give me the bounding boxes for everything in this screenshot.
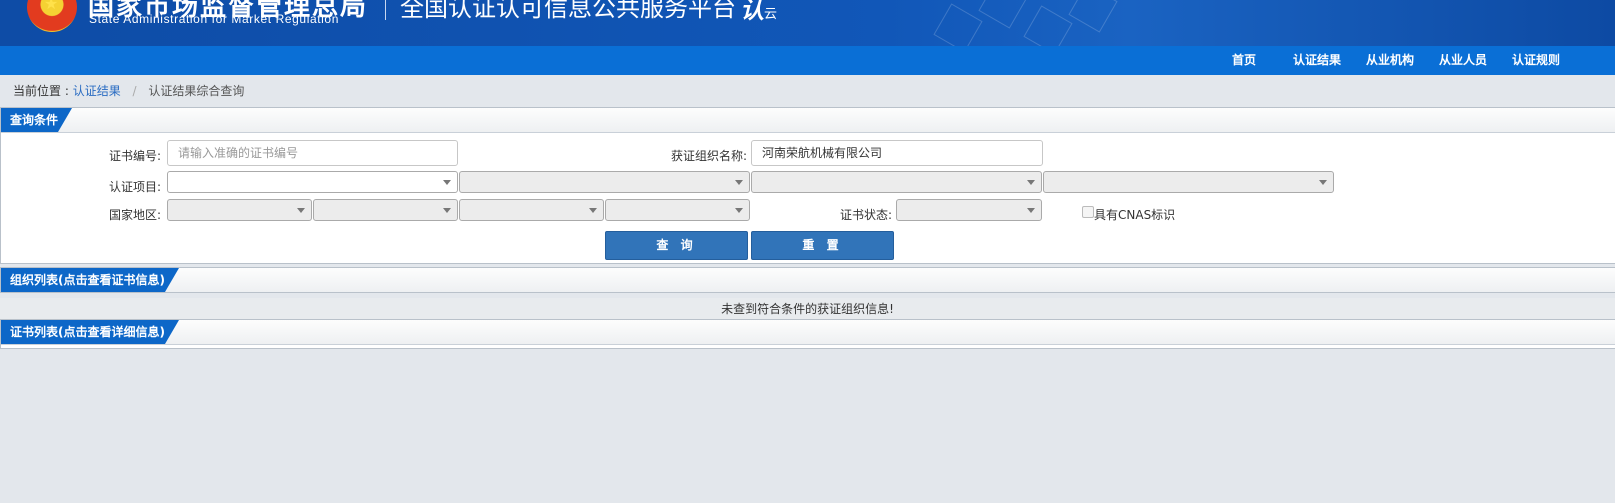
project-select-1[interactable]: [167, 171, 458, 193]
hex-decoration: [1068, 0, 1118, 33]
project-select-2[interactable]: [459, 171, 750, 193]
query-panel-title: 查询条件: [1, 108, 72, 132]
chevron-down-icon: [1027, 208, 1035, 213]
chevron-down-icon: [443, 180, 451, 185]
region-label: 国家地区:: [109, 208, 162, 222]
platform-title: 全国认证认可信息公共服务平台: [400, 0, 736, 22]
chevron-down-icon: [589, 208, 597, 213]
breadcrumb-prefix: 当前位置 :: [13, 84, 69, 98]
hex-decoration: [933, 3, 983, 46]
nav-item-home[interactable]: 首页: [1232, 46, 1256, 75]
emblem-star-icon: ★: [44, 0, 59, 13]
org-list-panel: 组织列表(点击查看证书信息): [0, 267, 1615, 293]
breadcrumb-separator: /: [132, 84, 137, 98]
cloud-logo: 认云: [740, 0, 777, 25]
site-header: ★ 国家市场监督管理总局 State Administration for Ma…: [0, 0, 1615, 46]
region-select-2[interactable]: [313, 199, 458, 221]
nav-item-cert-results[interactable]: 认证结果: [1293, 46, 1341, 75]
main-nav: 首页 认证结果 从业机构 从业人员 认证规则: [0, 46, 1615, 75]
agency-title-en: State Administration for Market Regulati…: [89, 12, 339, 26]
nav-item-personnel[interactable]: 从业人员: [1439, 46, 1487, 75]
status-label: 证书状态:: [840, 208, 893, 222]
region-select-4[interactable]: [605, 199, 750, 221]
breadcrumb-current: 认证结果综合查询: [148, 84, 245, 98]
cert-list-panel: 证书列表(点击查看详细信息): [0, 319, 1615, 349]
chevron-down-icon: [1027, 180, 1035, 185]
status-select[interactable]: [896, 199, 1042, 221]
org-name-label: 获证组织名称:: [671, 149, 748, 163]
chevron-down-icon: [1319, 180, 1327, 185]
region-select-3[interactable]: [459, 199, 604, 221]
chevron-down-icon: [735, 208, 743, 213]
region-select-1[interactable]: [167, 199, 312, 221]
cloud-logo-sub: 云: [764, 7, 778, 22]
project-label: 认证项目:: [109, 180, 162, 194]
header-divider: [385, 0, 386, 20]
hex-decoration: [978, 0, 1028, 29]
nav-item-institutions[interactable]: 从业机构: [1366, 46, 1414, 75]
cloud-logo-main: 认: [740, 0, 764, 24]
breadcrumb-link-cert-results[interactable]: 认证结果: [73, 84, 121, 98]
search-button[interactable]: 查 询: [605, 231, 748, 260]
cert-no-label: 证书编号:: [109, 149, 162, 163]
chevron-down-icon: [443, 208, 451, 213]
nav-item-cert-rules[interactable]: 认证规则: [1512, 46, 1560, 75]
cnas-checkbox[interactable]: [1082, 206, 1094, 218]
org-list-empty-message: 未查到符合条件的获证组织信息!: [0, 298, 1615, 320]
org-list-panel-header: 组织列表(点击查看证书信息): [1, 268, 1615, 292]
hex-decoration: [1023, 5, 1073, 46]
chevron-down-icon: [297, 208, 305, 213]
project-select-4[interactable]: [1043, 171, 1334, 193]
project-select-3[interactable]: [751, 171, 1042, 193]
cert-no-input[interactable]: 请输入准确的证书编号: [167, 140, 458, 166]
breadcrumb: 当前位置 : 认证结果 / 认证结果综合查询: [13, 82, 244, 99]
cnas-label: 具有CNAS标识: [1094, 208, 1176, 222]
cert-list-panel-header: 证书列表(点击查看详细信息): [1, 320, 1615, 345]
org-name-input[interactable]: 河南荣航机械有限公司: [751, 140, 1043, 166]
reset-button[interactable]: 重 置: [751, 231, 894, 260]
org-list-panel-title: 组织列表(点击查看证书信息): [1, 268, 179, 292]
chevron-down-icon: [735, 180, 743, 185]
query-panel: 查询条件 证书编号: 请输入准确的证书编号 获证组织名称: 河南荣航机械有限公司…: [0, 107, 1615, 264]
cert-list-panel-title: 证书列表(点击查看详细信息): [1, 320, 179, 344]
query-panel-header: 查询条件: [1, 108, 1615, 133]
